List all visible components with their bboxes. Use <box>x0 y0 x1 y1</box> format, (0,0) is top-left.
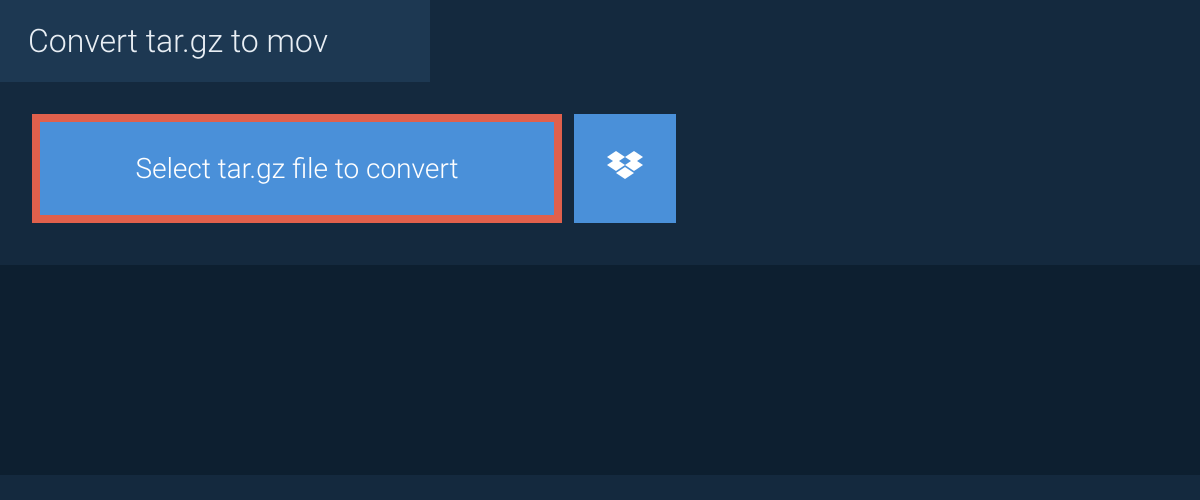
page-title: Convert tar.gz to mov <box>28 22 328 60</box>
dropbox-icon <box>607 151 643 187</box>
page-title-tab: Convert tar.gz to mov <box>0 0 430 82</box>
bottom-panel <box>0 265 1200 475</box>
select-file-label: Select tar.gz file to convert <box>136 152 459 185</box>
dropbox-button[interactable] <box>574 114 676 223</box>
file-select-row: Select tar.gz file to convert <box>32 114 1200 223</box>
select-file-button[interactable]: Select tar.gz file to convert <box>32 114 562 223</box>
